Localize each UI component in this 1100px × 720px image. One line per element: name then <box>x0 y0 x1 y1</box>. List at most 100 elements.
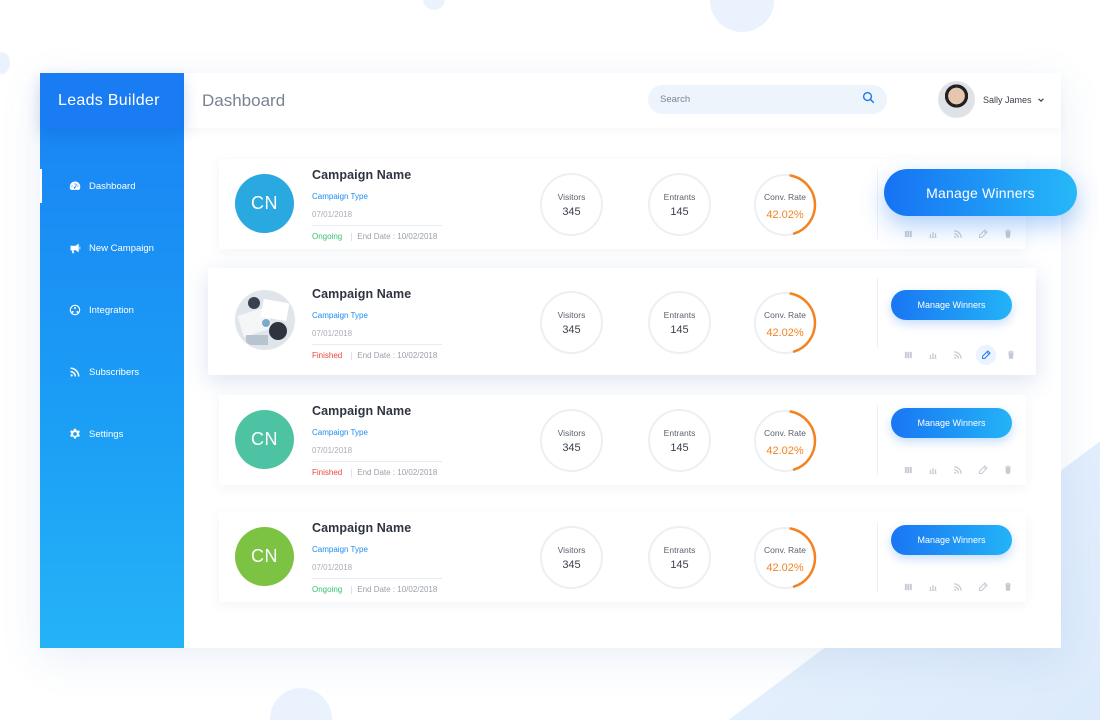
sidebar-item-label: Integration <box>89 304 134 316</box>
row-actions <box>901 463 1026 477</box>
visitors-stat: Visitors 345 <box>540 173 603 236</box>
campaign-name[interactable]: Campaign Name <box>312 168 442 182</box>
trash-action-button[interactable] <box>1001 227 1015 241</box>
sidebar-item-label: Dashboard <box>89 180 136 192</box>
conv-rate-ring <box>753 526 817 590</box>
campaign-avatar: CN <box>235 527 294 586</box>
search-icon[interactable] <box>862 91 875 109</box>
row-actions <box>901 227 1026 241</box>
campaign-photo <box>235 290 295 350</box>
visitors-label: Visitors <box>557 427 586 438</box>
edit-icon <box>979 582 988 591</box>
row-actions <box>901 580 1026 594</box>
divider <box>877 405 878 475</box>
rss-action-button[interactable] <box>951 580 965 594</box>
campaign-type: Campaign Type <box>312 192 368 201</box>
edit-action-button[interactable] <box>976 463 990 477</box>
campaign-name[interactable]: Campaign Name <box>312 404 442 418</box>
sidebar-item-dashboard[interactable]: Dashboard <box>40 155 184 217</box>
campaign-footer: Ongoing End Date : 10/02/2018 <box>312 585 442 594</box>
rss-icon <box>954 351 962 359</box>
edit-icon <box>982 350 991 359</box>
entrants-label: Entrants <box>663 544 696 555</box>
divider <box>312 225 442 226</box>
campaign-footer: Finished End Date : 10/02/2018 <box>312 351 442 360</box>
rss-action-button[interactable] <box>951 227 965 241</box>
campaign-row: CN Campaign Name Campaign Type 07/01/201… <box>219 512 1026 602</box>
status-badge: Ongoing <box>312 232 343 241</box>
trash-action-button[interactable] <box>1004 348 1018 362</box>
sidebar-item-settings[interactable]: Settings <box>40 403 184 465</box>
sidebar-item-integration[interactable]: Integration <box>40 279 184 341</box>
campaign-footer: Ongoing End Date : 10/02/2018 <box>312 232 442 241</box>
rss-action-button[interactable] <box>951 348 965 362</box>
manage-winners-button[interactable]: Manage Winners <box>891 290 1012 320</box>
campaign-date: 07/01/2018 <box>312 210 353 219</box>
sidebar-nav: Dashboard New Campaign Integration Subsc… <box>40 155 184 465</box>
chart-action-button[interactable] <box>926 463 940 477</box>
entrants-stat: Entrants 145 <box>648 526 711 589</box>
sidebar-item-label: New Campaign <box>89 242 154 254</box>
conv-rate-value: 42.02% <box>766 327 804 339</box>
megaphone-icon <box>69 242 81 254</box>
top-bar: Dashboard Sally James <box>184 73 1061 128</box>
chart-action-button[interactable] <box>926 227 940 241</box>
sidebar-item-subscribers[interactable]: Subscribers <box>40 341 184 403</box>
divider <box>351 585 353 594</box>
people-action-button[interactable] <box>901 348 915 362</box>
search-input[interactable] <box>660 94 862 105</box>
campaign-name[interactable]: Campaign Name <box>312 287 442 301</box>
people-action-button[interactable] <box>901 580 915 594</box>
entrants-value: 145 <box>670 558 689 571</box>
entrants-label: Entrants <box>663 191 696 202</box>
visitors-value: 345 <box>562 323 581 336</box>
people-action-button[interactable] <box>901 463 915 477</box>
edit-action-button[interactable] <box>976 580 990 594</box>
avatar[interactable] <box>938 81 975 118</box>
people-icon <box>904 583 912 591</box>
chart-icon <box>929 585 937 591</box>
decor-circle <box>0 52 10 74</box>
sidebar-item-new-campaign[interactable]: New Campaign <box>40 217 184 279</box>
conv-rate-ring <box>753 409 817 473</box>
conv-rate-stat: Conv. Rate 42.02% <box>752 408 818 474</box>
chart-action-button[interactable] <box>926 348 940 362</box>
divider <box>877 169 878 239</box>
campaign-footer: Finished End Date : 10/02/2018 <box>312 468 442 477</box>
divider <box>312 461 442 462</box>
end-date: End Date : 10/02/2018 <box>357 585 438 594</box>
edit-action-button[interactable] <box>976 227 990 241</box>
end-date: End Date : 10/02/2018 <box>357 232 438 241</box>
divider <box>351 468 353 477</box>
sidebar-item-label: Subscribers <box>89 366 140 378</box>
edit-icon <box>979 465 988 474</box>
campaign-info: Campaign Name Campaign Type 07/01/2018 F… <box>312 287 442 360</box>
manage-winners-button[interactable]: Manage Winners <box>891 525 1012 555</box>
campaign-name[interactable]: Campaign Name <box>312 521 442 535</box>
campaign-info: Campaign Name Campaign Type 07/01/2018 O… <box>312 168 442 241</box>
manage-winners-button-highlight[interactable]: Manage Winners <box>884 169 1077 216</box>
manage-winners-button[interactable]: Manage Winners <box>891 408 1012 438</box>
conv-rate-value: 42.02% <box>766 209 804 221</box>
chart-icon <box>929 468 937 474</box>
user-name: Sally James <box>983 94 1032 105</box>
end-date: End Date : 10/02/2018 <box>357 468 438 477</box>
conv-rate-ring <box>753 291 817 355</box>
trash-action-button[interactable] <box>1001 463 1015 477</box>
edit-action-button[interactable] <box>976 345 996 365</box>
conv-rate-label: Conv. Rate <box>764 545 806 555</box>
people-action-button[interactable] <box>901 227 915 241</box>
decor-circle <box>423 0 445 10</box>
status-badge: Ongoing <box>312 585 343 594</box>
chart-action-button[interactable] <box>926 580 940 594</box>
rss-action-button[interactable] <box>951 463 965 477</box>
conv-rate-label: Conv. Rate <box>764 310 806 320</box>
sidebar-item-label: Settings <box>89 428 124 440</box>
campaign-date: 07/01/2018 <box>312 446 353 455</box>
conv-rate-stat: Conv. Rate 42.02% <box>752 525 818 591</box>
trash-action-button[interactable] <box>1001 580 1015 594</box>
search-bar <box>648 85 887 114</box>
people-icon <box>904 466 912 474</box>
brand-logo[interactable]: Leads Builder <box>40 73 184 128</box>
user-menu[interactable]: Sally James <box>938 81 1045 118</box>
